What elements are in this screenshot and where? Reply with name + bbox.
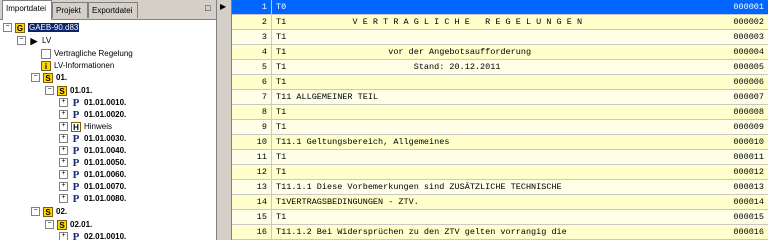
position-icon: P [72,192,80,205]
hint-icon: H [71,121,81,132]
position-icon: P [72,108,80,121]
table-row[interactable]: 7 T11 ALLGEMEINER TEIL 000007 [232,90,768,105]
expand-icon[interactable]: + [59,122,68,132]
collapse-icon[interactable]: − [45,86,54,96]
tree-node-position[interactable]: + P 02.01.0010. [59,230,126,240]
section-icon: S [57,85,67,96]
lv-arrow-icon: ▶ [30,35,38,46]
table-row[interactable]: 11 T1 000011 [232,150,768,165]
table-row[interactable]: 2 T1 V E R T R A G L I C H E R E G E L U … [232,15,768,30]
position-icon: P [72,230,80,240]
table-row[interactable]: 4 T1 vor der Angebotsaufforderung 000004 [232,45,768,60]
position-icon: P [72,156,80,169]
table-row[interactable]: 13 T11.1.1 Diese Vorbemerkungen sind ZUSÄ… [232,180,768,195]
table-row[interactable]: 15 T1 000015 [232,210,768,225]
tree-panel: Importdatei Projekt Exportdatei □ − G GAEB… [0,0,217,240]
position-icon: P [72,132,80,145]
table-row[interactable]: 12 T1 000012 [232,165,768,180]
tree-node-section-01[interactable]: − S 01. [31,71,67,84]
expand-icon[interactable]: + [59,182,68,192]
expand-icon[interactable]: + [59,170,68,180]
tab-bar: Importdatei Projekt Exportdatei □ [0,0,216,20]
tree-node-lv[interactable]: − ▶ LV [17,34,51,47]
tree-node-root[interactable]: − G GAEB-90.d83 [3,21,80,34]
table-row[interactable]: 5 T1 Stand: 20.12.2011 000005 [232,60,768,75]
tree-node-position[interactable]: + P 01.01.0080. [59,192,126,205]
position-icon: P [72,180,80,193]
document-icon [41,48,51,59]
tab-exportdatei[interactable]: Exportdatei [88,2,138,18]
expand-icon[interactable]: + [59,194,68,204]
collapse-icon[interactable]: − [31,207,40,217]
collapse-icon[interactable]: − [17,36,26,46]
collapse-icon[interactable]: − [45,220,54,230]
section-icon: S [43,206,53,217]
expand-icon[interactable]: + [59,146,68,156]
expand-icon[interactable]: + [59,134,68,144]
expand-icon[interactable]: + [59,232,68,240]
gaeb-file-icon: G [15,22,25,33]
table-row[interactable]: 3 T1 000003 [232,30,768,45]
table-row[interactable]: 16 T11.1.2 Bei Widersprüchen zu den ZTV g… [232,225,768,240]
position-icon: P [72,168,80,181]
section-icon: S [57,219,67,230]
table-row[interactable]: 1 T0 000001 [232,0,768,15]
text-grid[interactable]: 1 T0 000001 2 T1 V E R T R A G L I C H E R … [232,0,768,240]
collapse-icon[interactable]: − [3,23,12,33]
table-row[interactable]: 10 T11.1 Geltungsbereich, Allgemeines 0000… [232,135,768,150]
table-row[interactable]: 14 T1VERTRAGSBEDINGUNGEN - ZTV. 000014 [232,195,768,210]
position-icon: P [72,96,80,109]
row-indicator-gutter: ▶ [217,0,232,240]
info-icon: i [41,60,51,71]
position-icon: P [72,144,80,157]
expand-icon[interactable]: + [59,110,68,120]
table-row[interactable]: 9 T1 000009 [232,120,768,135]
expand-icon[interactable]: + [59,98,68,108]
section-icon: S [43,72,53,83]
expand-icon[interactable]: + [59,158,68,168]
table-row[interactable]: 8 T1 000008 [232,105,768,120]
tab-projekt[interactable]: Projekt [52,2,88,18]
current-row-arrow-icon: ▶ [220,2,227,11]
table-row[interactable]: 6 T1 000006 [232,75,768,90]
tab-importdatei[interactable]: Importdatei [2,0,52,20]
pin-icon[interactable]: □ [205,2,210,14]
tree-node-section-02[interactable]: − S 02. [31,205,67,218]
collapse-icon[interactable]: − [31,73,40,83]
